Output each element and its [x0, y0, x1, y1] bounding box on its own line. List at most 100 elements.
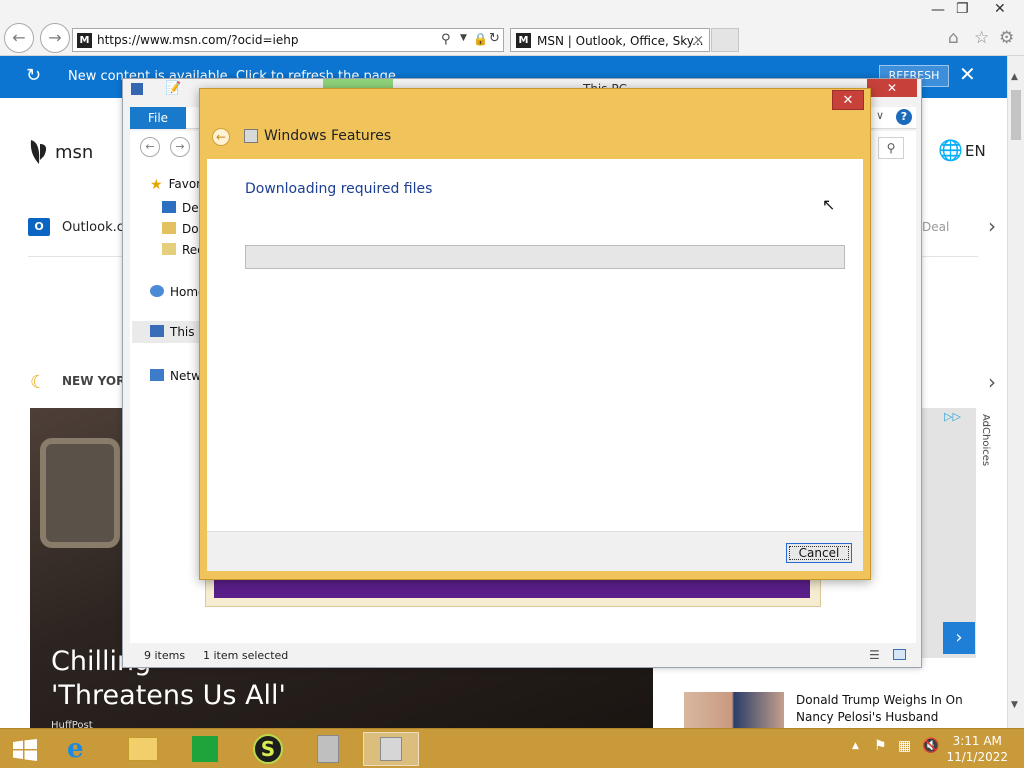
story-title[interactable]: Donald Trump Weighs In On Nancy Pelosi's… — [796, 692, 972, 726]
s-app-icon: S — [253, 734, 283, 764]
msn-butterfly-icon — [28, 138, 50, 166]
clock-time: 3:11 AM — [952, 734, 1002, 748]
system-clock[interactable]: 3:11 AM 11/1/2022 — [946, 733, 1008, 765]
favorites-star-icon[interactable]: ☆ — [974, 28, 989, 48]
home-icon[interactable]: ⌂ — [948, 28, 959, 48]
story-thumbnail — [684, 692, 784, 730]
network-tray-icon[interactable]: ▦ — [898, 738, 911, 754]
clock-date: 11/1/2022 — [946, 750, 1008, 764]
computer-icon — [150, 325, 164, 337]
network-icon — [150, 369, 164, 381]
lock-icon[interactable]: 🔒 — [473, 32, 488, 46]
dialog-header: ← Windows Features — [208, 119, 864, 159]
volume-muted-icon[interactable]: 🔇 — [922, 738, 939, 754]
ad-play-icon[interactable]: ▷▷ — [944, 410, 961, 423]
dialog-content: Downloading required files ↖ — [207, 159, 863, 531]
start-button-icon[interactable] — [12, 739, 38, 761]
dialog-heading: Downloading required files — [245, 181, 433, 197]
restore-icon[interactable]: ❐ — [956, 1, 969, 17]
notification-close-icon[interactable]: ✕ — [959, 62, 976, 86]
desktop-icon — [162, 201, 176, 213]
file-tab[interactable]: File — [130, 107, 186, 129]
windows-features-icon — [244, 129, 258, 143]
explorer-close-button[interactable]: ✕ — [867, 79, 917, 97]
cancel-button[interactable]: Cancel — [786, 543, 852, 563]
msn-logo-text[interactable]: msn — [55, 142, 93, 163]
page-scrollbar[interactable]: ▲ ▼ — [1007, 56, 1024, 728]
star-icon: ★ — [150, 177, 163, 193]
scroll-up-icon[interactable]: ▲ — [1011, 72, 1018, 82]
browser-chrome: ← → M https://www.msn.com/?ocid=iehp ⚲ ▼… — [0, 0, 1024, 56]
scroll-thumb[interactable] — [1011, 90, 1021, 140]
deals-link[interactable]: Deal — [922, 220, 949, 234]
ad-next-button[interactable]: › — [943, 622, 975, 654]
minimize-icon[interactable]: — — [931, 2, 945, 18]
chevron-right-icon[interactable]: › — [988, 214, 996, 238]
msn-favicon-icon: M — [77, 33, 92, 48]
taskbar-app-s[interactable]: S — [239, 732, 295, 766]
internet-explorer-icon: e — [67, 734, 84, 764]
action-center-flag-icon[interactable]: ⚑ — [874, 738, 887, 754]
outlook-icon[interactable]: O — [28, 218, 50, 236]
new-tab-button[interactable] — [711, 28, 739, 52]
dialog-back-button[interactable]: ← — [212, 128, 230, 146]
tab-title: MSN | Outlook, Office, Sky... — [537, 34, 704, 48]
dropdown-arrow-icon[interactable]: ▼ — [460, 33, 467, 43]
mouse-cursor-icon: ↖ — [822, 195, 836, 214]
explorer-app-icon — [131, 83, 143, 95]
recent-places-icon — [162, 243, 176, 255]
folder-icon — [128, 737, 158, 761]
search-icon[interactable]: ⚲ — [441, 32, 451, 47]
help-icon[interactable]: ? — [896, 109, 912, 125]
taskbar: e S ▲ ⚑ ▦ 🔇 3:11 AM 11/1/2022 — [0, 728, 1024, 768]
properties-icon[interactable]: 📝 — [165, 81, 181, 96]
forward-button[interactable]: → — [40, 23, 70, 53]
status-item-count: 9 items — [144, 649, 186, 662]
taskbar-features[interactable] — [363, 732, 419, 766]
story-card[interactable]: Donald Trump Weighs In On Nancy Pelosi's… — [670, 690, 978, 730]
show-hidden-icons[interactable]: ▲ — [852, 741, 859, 751]
ad-panel[interactable]: ▷▷ › — [920, 408, 976, 658]
dialog-close-button[interactable]: ✕ — [832, 90, 864, 110]
downloads-folder-icon — [162, 222, 176, 234]
homegroup-icon — [150, 285, 164, 297]
refresh-icon[interactable]: ↻ — [489, 31, 500, 46]
ribbon-expand-icon[interactable]: ∨ — [876, 109, 884, 122]
large-icons-view-icon[interactable] — [893, 649, 906, 660]
language-label[interactable]: EN — [965, 142, 986, 160]
browser-tab[interactable]: M MSN | Outlook, Office, Sky... × — [510, 28, 710, 52]
nav-thispc[interactable]: This PC — [132, 321, 214, 343]
status-selected-count: 1 item selected — [203, 649, 289, 662]
address-bar[interactable]: M https://www.msn.com/?ocid=iehp ⚲ ▼ 🔒 ↻ — [72, 28, 504, 52]
refresh-icon[interactable]: ↻ — [26, 65, 41, 86]
gear-icon[interactable]: ⚙ — [999, 28, 1014, 48]
back-button[interactable]: ← — [4, 23, 34, 53]
purple-wallpaper-thumbnail — [214, 580, 810, 598]
chevron-right-icon[interactable]: › — [988, 370, 996, 394]
explorer-back-button[interactable]: ← — [140, 137, 160, 157]
details-view-icon[interactable]: ☰ — [869, 648, 880, 662]
taskbar-store[interactable] — [177, 732, 233, 766]
recycle-bin-icon — [317, 735, 339, 763]
dialog-footer: Cancel — [207, 531, 863, 571]
explorer-search-icon[interactable]: ⚲ — [878, 137, 904, 159]
tab-favicon-icon: M — [516, 33, 531, 48]
download-progress-bar — [245, 245, 845, 269]
taskbar-ie[interactable]: e — [53, 732, 109, 766]
tv-illustration — [40, 438, 120, 548]
hero-headline-line2[interactable]: 'Threatens Us All' — [51, 680, 286, 711]
explorer-forward-button[interactable]: → — [170, 137, 190, 157]
address-url[interactable]: https://www.msn.com/?ocid=iehp — [97, 33, 298, 47]
tab-close-icon[interactable]: × — [693, 33, 704, 48]
taskbar-explorer[interactable] — [115, 732, 171, 766]
scroll-down-icon[interactable]: ▼ — [1011, 700, 1018, 710]
taskbar-recycle[interactable] — [301, 732, 357, 766]
adchoices-label[interactable]: AdChoices — [980, 414, 991, 466]
globe-icon[interactable]: 🌐 — [938, 138, 963, 162]
windows-features-taskbar-icon — [380, 737, 402, 761]
windows-features-dialog: ✕ ← Windows Features Downloading require… — [199, 88, 871, 580]
store-icon — [192, 736, 218, 762]
close-window-icon[interactable]: ✕ — [994, 1, 1006, 17]
dialog-title: Windows Features — [264, 128, 392, 144]
weather-moon-icon: ☾ — [30, 372, 47, 393]
